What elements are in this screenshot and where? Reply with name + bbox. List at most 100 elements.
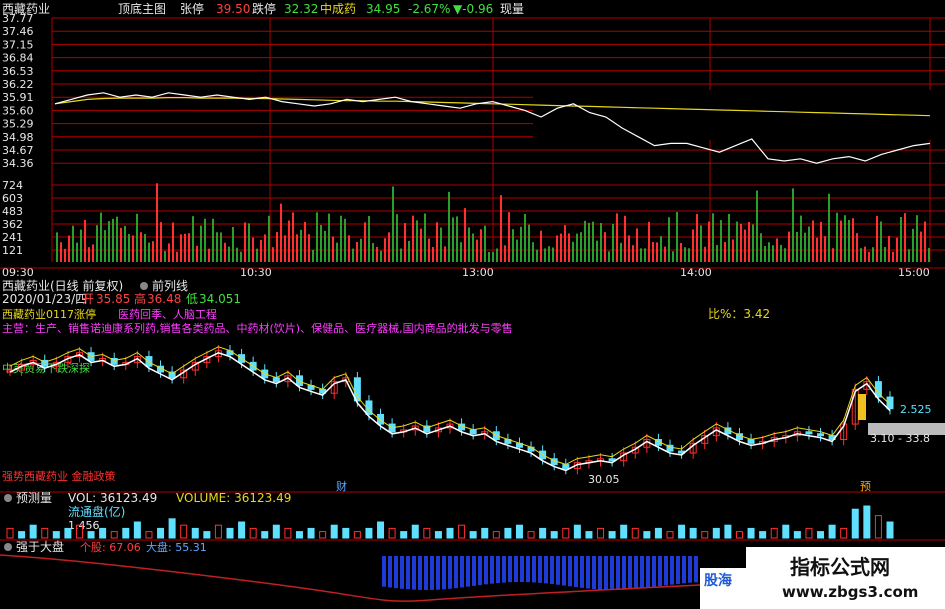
intraday-volume-bar xyxy=(716,244,718,262)
intraday-volume-bar xyxy=(760,233,762,262)
intraday-volume-bar xyxy=(868,251,870,262)
daily-volume-bar xyxy=(41,527,49,539)
daily-volume-bar xyxy=(608,531,616,539)
intraday-volume-bar xyxy=(108,221,110,262)
volume-tick: 603 xyxy=(2,192,23,205)
ma-line-yellow xyxy=(9,346,891,465)
daily-volume-bar xyxy=(226,527,234,539)
intraday-volume-bar xyxy=(644,248,646,262)
intraday-volume-bar xyxy=(608,251,610,262)
high-value: 36.48 xyxy=(147,292,181,306)
candle-body xyxy=(377,413,385,425)
intraday-volume-axis: 724603483362241121 xyxy=(2,179,23,257)
daily-volume-bar xyxy=(585,531,593,539)
strength-bar xyxy=(430,556,434,590)
intraday-volume-bar xyxy=(652,242,654,262)
intraday-volume-bar xyxy=(628,235,630,262)
intraday-volume-bar xyxy=(72,225,74,262)
strength-bar xyxy=(544,556,548,584)
price-tick: 34.98 xyxy=(2,131,34,144)
intraday-volume-bar xyxy=(732,239,734,262)
intraday-volume-bar xyxy=(852,218,854,262)
intraday-volume-bar xyxy=(136,213,138,262)
daily-volume-bar xyxy=(191,527,199,539)
intraday-volume-bar xyxy=(112,218,114,262)
intraday-volume-bar xyxy=(148,242,150,262)
intraday-volume-bar xyxy=(840,220,842,262)
daily-volume-bar xyxy=(377,521,385,539)
intraday-volume-bar xyxy=(768,242,770,262)
low-price-label: 30.05 xyxy=(588,473,620,486)
intraday-volume-bar xyxy=(272,247,274,262)
intraday-volume-bar xyxy=(56,232,58,262)
strength-bar xyxy=(586,556,590,589)
intraday-volume-bar xyxy=(140,232,142,262)
intraday-volume-bar xyxy=(492,251,494,262)
intraday-volume-bar xyxy=(428,238,430,262)
intraday-volume-bar xyxy=(660,236,662,262)
intraday-volume-bar xyxy=(620,242,622,262)
strength-bar xyxy=(604,556,608,590)
intraday-volume-bar xyxy=(800,215,802,262)
intraday-volume-bar xyxy=(296,234,298,262)
daily-date: 2020/01/23/四 xyxy=(2,292,87,306)
strength-bars xyxy=(382,556,698,590)
intraday-volume-bar xyxy=(668,217,670,262)
intraday-volume-bar xyxy=(920,231,922,262)
intraday-volume-bar xyxy=(176,251,178,262)
intraday-volume-bar xyxy=(692,229,694,262)
intraday-volume-bar xyxy=(516,239,518,262)
intraday-volume-bar xyxy=(424,213,426,262)
float-label: 流通盘(亿) xyxy=(68,504,125,519)
intraday-volume-bar xyxy=(412,215,414,262)
strength-bar xyxy=(628,556,632,590)
daily-volume-bar xyxy=(678,524,686,539)
intraday-volume-bar xyxy=(720,220,722,262)
strength-bar xyxy=(574,556,578,588)
intraday-volume-bar xyxy=(508,212,510,262)
candle-body xyxy=(145,356,153,367)
intraday-volume-bar xyxy=(532,242,534,262)
daily-volume-bar xyxy=(527,531,535,539)
intraday-volume-bar xyxy=(92,244,94,262)
daily-volume-bar xyxy=(747,527,755,539)
daily-volume-bar xyxy=(851,508,859,539)
intraday-volume-bar xyxy=(824,236,826,262)
strength-bar xyxy=(670,556,674,585)
strength-bar xyxy=(508,556,512,583)
intraday-volume-bar xyxy=(188,233,190,262)
intraday-volume-bar xyxy=(788,231,790,262)
intraday-volume-bar xyxy=(588,222,590,262)
strength-bar xyxy=(520,556,524,583)
daily-volume-bar xyxy=(469,531,477,539)
intraday-volume-bar xyxy=(576,233,578,262)
intraday-volume-bar xyxy=(592,221,594,262)
daily-volume-bar xyxy=(434,531,442,539)
intraday-volume-bar xyxy=(84,219,86,262)
intraday-volume-bar xyxy=(500,195,502,262)
intraday-volume-bar xyxy=(892,251,894,262)
daily-volume-bar xyxy=(272,524,280,539)
strength-bar xyxy=(652,556,656,588)
strength-bar xyxy=(532,556,536,583)
intraday-volume-bar xyxy=(564,225,566,262)
strength-bar xyxy=(658,556,662,587)
intraday-volume-bar xyxy=(772,245,774,262)
intraday-volume-bar xyxy=(460,242,462,262)
right-price-2: 3.10 - 33.8 xyxy=(870,432,930,445)
strength-title: 强于大盘 xyxy=(16,539,64,554)
intraday-volume-bar xyxy=(552,247,554,262)
candle-body xyxy=(747,439,755,444)
strength-bar xyxy=(496,556,500,584)
strength-bar xyxy=(436,556,440,590)
intraday-volume-bar xyxy=(888,236,890,262)
intraday-volume-bar xyxy=(540,230,542,262)
intraday-volume-bar xyxy=(712,213,714,262)
intraday-volume-bar xyxy=(836,212,838,262)
intraday-volume-bar xyxy=(352,248,354,262)
limit-down-label: 跌停 xyxy=(252,1,276,16)
intraday-volume-bar xyxy=(544,248,546,262)
intraday-volume-bar xyxy=(304,221,306,262)
intraday-volume-bar xyxy=(260,239,262,262)
price-tick: 34.36 xyxy=(2,157,34,170)
